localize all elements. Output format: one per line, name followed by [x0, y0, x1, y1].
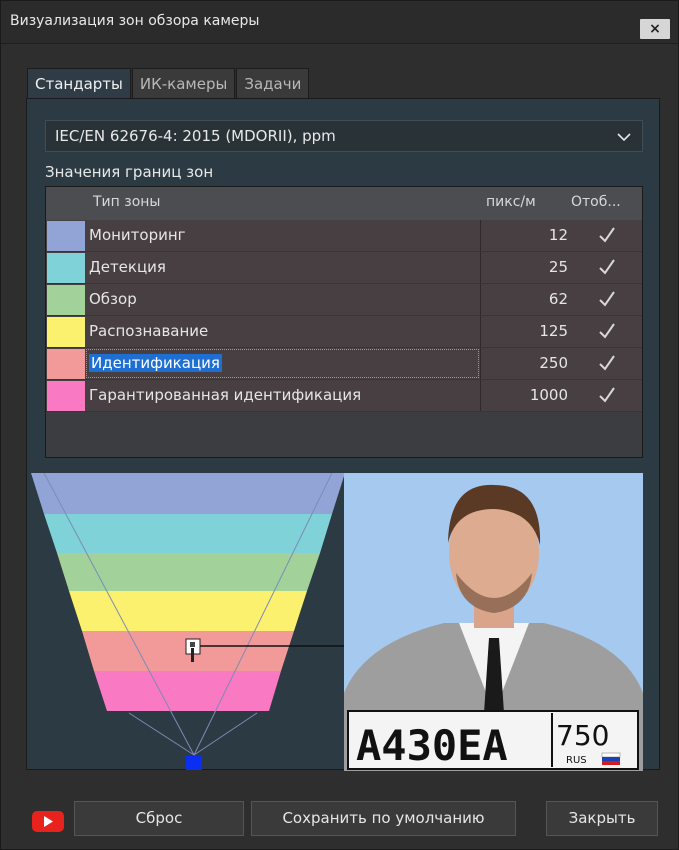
zone-band-detection — [44, 514, 332, 553]
fov-inner-left — [128, 712, 195, 756]
zone-color-swatch[interactable] — [47, 221, 85, 251]
zone-ppm[interactable]: 62 — [482, 284, 568, 315]
camera-position-icon[interactable] — [186, 756, 202, 770]
save-default-button[interactable]: Сохранить по умолчанию — [251, 801, 516, 836]
zone-ppm[interactable]: 250 — [482, 348, 568, 379]
table-row[interactable]: Обзор 62 — [46, 284, 642, 316]
cell-divider — [480, 284, 481, 315]
plate-region: 750 — [556, 719, 609, 752]
header-show[interactable]: Отоб... — [571, 194, 621, 210]
zone-color-swatch[interactable] — [47, 253, 85, 283]
zone-color-swatch[interactable] — [47, 317, 85, 347]
standard-select[interactable]: IEC/EN 62676-4: 2015 (MDORII), ppm — [45, 120, 643, 152]
close-button[interactable]: Закрыть — [546, 801, 658, 836]
cell-divider — [480, 380, 481, 411]
fov-inner-right — [193, 712, 258, 756]
plate-number: A430EA — [356, 721, 508, 770]
zone-name: Мониторинг — [89, 226, 186, 244]
zone-color-swatch[interactable] — [47, 285, 85, 315]
check-icon[interactable] — [597, 257, 617, 277]
close-window-button[interactable]: × — [640, 19, 670, 39]
cell-divider — [480, 220, 481, 251]
cell-divider — [480, 316, 481, 347]
check-icon[interactable] — [597, 353, 617, 373]
zone-name: Детекция — [89, 258, 166, 276]
sample-identification-image: A430EA 750 RUS — [344, 473, 643, 771]
reset-button[interactable]: Сброс — [74, 801, 244, 836]
cell-divider — [480, 348, 481, 379]
table-row[interactable]: Гарантированная идентификация 1000 — [46, 380, 642, 412]
title-bar[interactable]: Визуализация зон обзора камеры × — [1, 1, 678, 44]
check-icon[interactable] — [597, 321, 617, 341]
zone-name: Гарантированная идентификация — [89, 386, 362, 404]
tab-ir-cameras[interactable]: ИК-камеры — [131, 68, 236, 98]
tab-tasks[interactable]: Задачи — [236, 68, 310, 98]
table-row[interactable]: Детекция 25 — [46, 252, 642, 284]
zones-table: Тип зоны пикс/м Отоб... Мониторинг 12 Де… — [45, 186, 643, 458]
table-header: Тип зоны пикс/м Отоб... — [46, 187, 642, 220]
tab-standards[interactable]: Стандарты — [27, 68, 131, 99]
zone-name: Распознавание — [89, 322, 209, 340]
zone-ppm[interactable]: 1000 — [482, 380, 568, 411]
zone-band-monitoring — [31, 473, 345, 514]
chevron-down-icon — [617, 133, 631, 142]
zone-ppm[interactable]: 125 — [482, 316, 568, 347]
zone-name: Обзор — [89, 290, 137, 308]
window-title: Визуализация зон обзора камеры — [10, 13, 260, 29]
zone-color-swatch[interactable] — [47, 381, 85, 411]
tab-bar: Стандарты ИК-камеры Задачи — [27, 68, 310, 99]
youtube-icon[interactable] — [32, 811, 64, 832]
zone-name-editing[interactable]: Идентификация — [89, 348, 222, 379]
header-ppm[interactable]: пикс/м — [486, 194, 536, 210]
zone-band-strong-identification — [94, 671, 281, 711]
header-zone-type[interactable]: Тип зоны — [93, 194, 160, 210]
table-row[interactable]: Мониторинг 12 — [46, 220, 642, 252]
check-icon[interactable] — [597, 385, 617, 405]
table-row[interactable]: Распознавание 125 — [46, 316, 642, 348]
check-icon[interactable] — [597, 225, 617, 245]
standard-select-value: IEC/EN 62676-4: 2015 (MDORII), ppm — [55, 127, 336, 145]
dialog-window: Визуализация зон обзора камеры × Стандар… — [0, 0, 679, 850]
table-row-selected[interactable]: Идентификация 250 — [46, 348, 642, 380]
zone-color-swatch[interactable] — [47, 349, 85, 379]
check-icon[interactable] — [597, 289, 617, 309]
zones-section-label: Значения границ зон — [45, 163, 214, 181]
zone-ppm[interactable]: 25 — [482, 252, 568, 283]
cell-divider — [480, 252, 481, 283]
zone-ppm[interactable]: 12 — [482, 220, 568, 251]
zone-name-selected-text[interactable]: Идентификация — [89, 354, 222, 372]
plate-country: RUS — [566, 755, 587, 766]
bottom-button-bar: Сброс Сохранить по умолчанию Закрыть — [1, 791, 678, 849]
